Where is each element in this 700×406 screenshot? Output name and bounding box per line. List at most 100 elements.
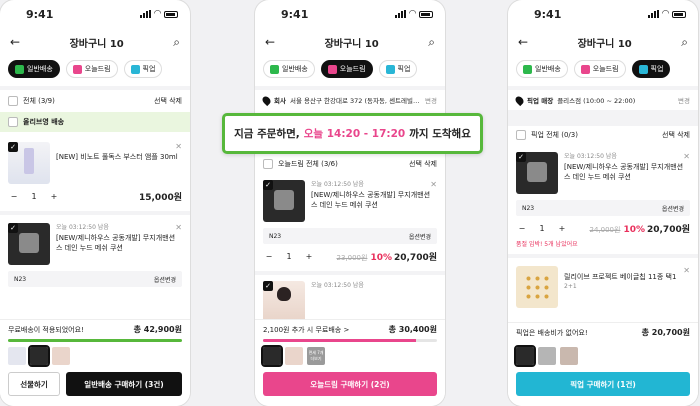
delete-selected-button[interactable]: 선택 삭제	[662, 130, 690, 140]
search-icon[interactable]: ⌕	[428, 35, 435, 50]
battery-icon	[672, 10, 686, 18]
total-price: 총 42,900원	[133, 325, 182, 334]
tab-normal-delivery[interactable]: 일반배송	[8, 60, 60, 78]
close-icon[interactable]: ✕	[175, 142, 182, 151]
back-arrow-icon[interactable]: ←	[518, 35, 528, 49]
close-icon[interactable]: ✕	[683, 266, 690, 275]
mini-thumb[interactable]	[52, 347, 70, 365]
mini-thumb[interactable]	[514, 345, 536, 367]
tab-today-delivery[interactable]: 오늘드림	[65, 60, 118, 78]
buy-button[interactable]: 일반배송 구매하기 (3건)	[66, 372, 182, 396]
minus-icon[interactable]: −	[516, 224, 528, 233]
mini-thumb[interactable]	[261, 345, 283, 367]
minus-icon[interactable]: −	[8, 192, 20, 201]
close-icon[interactable]: ✕	[683, 152, 690, 161]
option-change-button[interactable]: 옵션변경	[662, 204, 684, 213]
mini-thumb[interactable]	[8, 347, 26, 365]
address-change-button[interactable]: 변경	[425, 95, 437, 105]
plus-icon[interactable]: +	[303, 252, 315, 261]
wifi-icon: ◠	[154, 9, 161, 19]
product-name[interactable]: [NEW] 비노트 풀독스 부스터 앰플 30ml	[56, 153, 178, 161]
status-time: 9:41	[534, 7, 562, 21]
item-checkbox[interactable]: ✓	[8, 223, 18, 233]
buy-button[interactable]: 오늘드림 구매하기 (2건)	[263, 372, 437, 396]
mini-thumbnails	[508, 342, 698, 370]
select-all-checkbox[interactable]	[8, 96, 18, 106]
item-price: 15,000원	[138, 193, 182, 203]
quantity-stepper[interactable]: −1 +	[8, 192, 60, 201]
location-pin-icon	[260, 94, 273, 106]
countdown: 오늘 03:12:50 남음	[311, 181, 364, 188]
mini-thumb[interactable]	[560, 347, 578, 365]
tab-today-delivery[interactable]: 오늘드림	[320, 60, 373, 78]
buy-button[interactable]: 픽업 구매하기 (1건)	[516, 372, 690, 396]
arrival-time-banner: 지금 주문하면, 오늘 14:20 - 17:20 까지 도착해요	[222, 113, 483, 154]
mini-thumbnails	[0, 342, 190, 370]
countdown: 오늘 03:12:50 남음	[56, 224, 109, 231]
mini-thumb[interactable]	[28, 345, 50, 367]
product-name[interactable]: [NEW/제니하우스 공동개발] 무지개맨션 스 데인 누드 메쉬 쿠션	[564, 163, 683, 181]
product-name[interactable]: [NEW/제니하우스 공동개발] 무지개맨션 스 데인 누드 메쉬 쿠션	[56, 234, 175, 252]
plus-icon[interactable]: +	[556, 224, 568, 233]
phone-normal-delivery: 9:41 ◠ ← 장바구니 10 ⌕ 일반배송 오늘드림 픽업 전체 (3/9)…	[0, 0, 190, 406]
signal-icon	[140, 10, 152, 18]
status-bar: 9:41 ◠	[508, 0, 698, 28]
address-row: 회사 서울 용산구 한강대로 372 (동자동, 센트레빌아... 변경	[255, 90, 445, 110]
back-arrow-icon[interactable]: ←	[10, 35, 20, 49]
bag-icon	[72, 64, 82, 74]
free-shipping-notice: 픽업은 배송비가 없어요!	[516, 328, 588, 337]
select-all-checkbox[interactable]	[263, 159, 273, 169]
store-icon	[130, 64, 140, 74]
product-name[interactable]: [NEW/제니하우스 공동개발] 무지개맨션 스 데인 누드 메쉬 쿠션	[311, 191, 430, 209]
quantity-stepper[interactable]: −1 +	[516, 224, 568, 233]
minus-icon[interactable]: −	[263, 252, 275, 261]
delete-selected-button[interactable]: 선택 삭제	[154, 96, 182, 106]
back-arrow-icon[interactable]: ←	[265, 35, 275, 49]
cart-item: ✓ [NEW] 비노트 풀독스 부스터 앰플 30ml ✕	[0, 132, 190, 190]
more-thumbs[interactable]: 면세 7개 더보기	[307, 347, 325, 365]
phone-pickup: 9:41 ◠ ← 장바구니 10 ⌕ 일반배송 오늘드림 픽업 픽업 매장 플리…	[508, 0, 698, 406]
stage: 9:41 ◠ ← 장바구니 10 ⌕ 일반배송 오늘드림 픽업 전체 (3/9)…	[0, 0, 700, 406]
select-all-row: 전체 (3/9) 선택 삭제	[0, 90, 190, 112]
tab-pickup[interactable]: 픽업	[378, 60, 418, 78]
wifi-icon: ◠	[409, 9, 416, 19]
select-all-checkbox[interactable]	[516, 130, 526, 140]
tab-today-delivery[interactable]: 오늘드림	[573, 60, 626, 78]
item-checkbox[interactable]: ✓	[263, 281, 273, 291]
tab-pickup[interactable]: 픽업	[631, 60, 671, 78]
item-price-group: 24,000원 10% 20,700원	[589, 225, 691, 235]
search-icon[interactable]: ⌕	[173, 35, 180, 50]
quantity-stepper[interactable]: −1 +	[263, 252, 315, 261]
mini-thumbnails: 면세 7개 더보기	[255, 342, 445, 370]
product-name[interactable]: 릴리이브 프로젝트 베이글칩 11종 택1	[564, 273, 676, 281]
checkout-bar: 무료배송이 적용되었어요! 총 42,900원 선물하기 일반배송 구매하기 (…	[0, 319, 190, 406]
tab-normal-delivery[interactable]: 일반배송	[516, 60, 568, 78]
plus-icon[interactable]: +	[48, 192, 60, 201]
item-checkbox[interactable]: ✓	[516, 152, 526, 162]
checkout-bar: 2,100원 추가 시 무료배송 > 총 30,400원 면세 7개 더보기 오…	[255, 319, 445, 406]
item-checkbox[interactable]: ✓	[263, 180, 273, 190]
group-checkbox[interactable]	[8, 117, 18, 127]
option-box: N23 옵션변경	[516, 200, 690, 216]
mini-thumb[interactable]	[285, 347, 303, 365]
close-icon[interactable]: ✕	[175, 223, 182, 232]
item-checkbox[interactable]: ✓	[8, 142, 18, 152]
product-image[interactable]	[516, 266, 558, 308]
search-icon[interactable]: ⌕	[681, 35, 688, 50]
close-icon[interactable]: ✕	[430, 180, 437, 189]
delete-selected-button[interactable]: 선택 삭제	[409, 159, 437, 169]
mini-thumb[interactable]	[538, 347, 556, 365]
select-all-row: 픽업 전체 (0/3) 선택 삭제	[508, 126, 698, 144]
gift-button[interactable]: 선물하기	[8, 372, 60, 396]
cart-item: ✓ 오늘 03:12:50 남음 [NEW/제니하우스 공동개발] 무지개맨션 스…	[508, 144, 698, 200]
free-shipping-notice: 무료배송이 적용되었어요!	[8, 325, 84, 334]
option-change-button[interactable]: 옵션변경	[409, 232, 431, 241]
tab-normal-delivery[interactable]: 일반배송	[263, 60, 315, 78]
option-change-button[interactable]: 옵션변경	[154, 275, 176, 284]
nav-bar: ← 장바구니 10 ⌕	[0, 28, 190, 56]
store-change-button[interactable]: 변경	[678, 95, 690, 105]
free-shipping-notice[interactable]: 2,100원 추가 시 무료배송 >	[263, 325, 349, 335]
page-title: 장바구니 10	[324, 38, 379, 50]
tab-pickup[interactable]: 픽업	[123, 60, 163, 78]
delivery-tabs: 일반배송 오늘드림 픽업	[0, 56, 190, 86]
